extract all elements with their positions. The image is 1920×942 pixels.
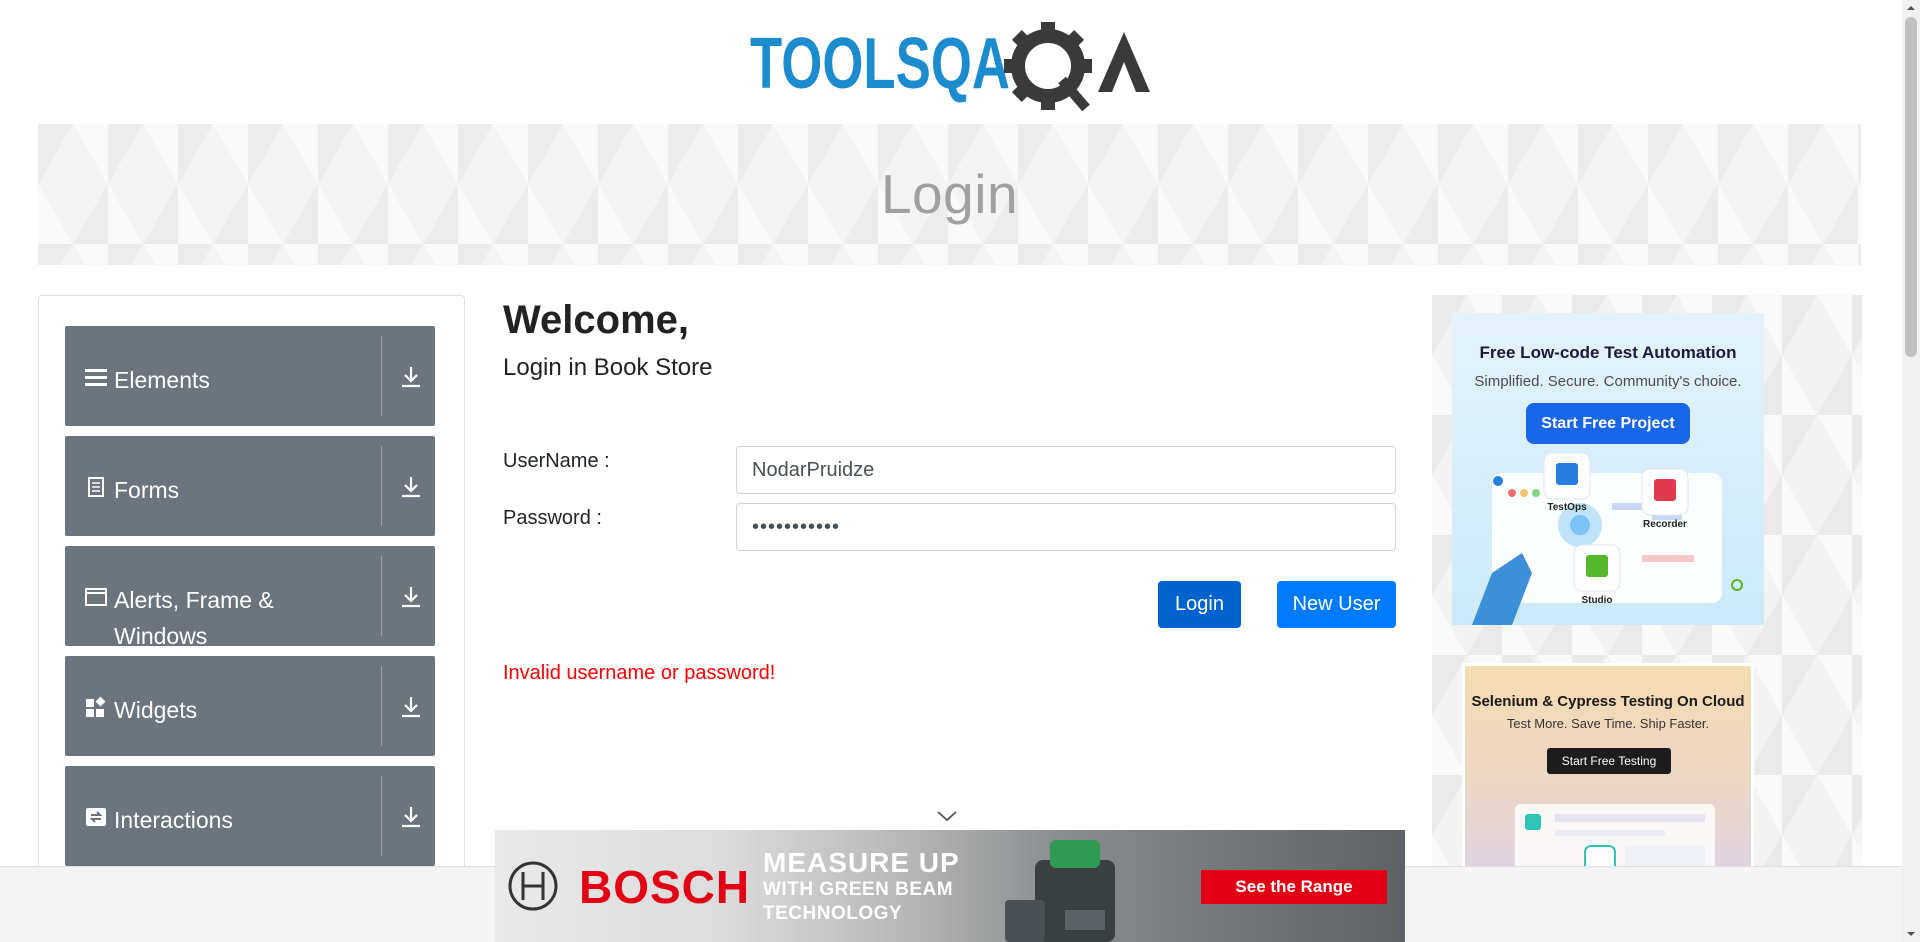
sidebar-group-widgets[interactable]: Widgets <box>65 656 435 756</box>
logo-text: TOOLSQA <box>750 24 1010 104</box>
divider <box>381 556 382 636</box>
page-title: Login <box>880 163 1019 225</box>
bosch-logo-icon <box>508 861 558 911</box>
scroll-up-icon[interactable] <box>1906 3 1916 13</box>
error-message: Invalid username or password! <box>503 662 776 684</box>
widgets-icon <box>85 696 107 718</box>
sidebar-group-alerts-frame-windows[interactable]: Alerts, Frame & Windows <box>65 546 435 646</box>
ad-title: Selenium & Cypress Testing On Cloud <box>1471 693 1745 710</box>
username-label: UserName : <box>503 450 610 472</box>
password-input[interactable]: ••••••••••• <box>736 503 1396 551</box>
scroll-down-icon[interactable] <box>1906 929 1916 939</box>
sidebar-group-label: Alerts, Frame & Windows <box>114 587 274 646</box>
see-the-range-button[interactable]: See the Range <box>1201 870 1387 904</box>
scrollbar-thumb[interactable] <box>1905 17 1917 357</box>
sidebar-group-label: Forms <box>114 477 180 503</box>
laser-level-image <box>1005 840 1115 942</box>
start-free-project-button[interactable]: Start Free Project <box>1526 403 1690 444</box>
divider <box>381 666 382 746</box>
download-icon[interactable] <box>398 474 424 500</box>
gear-icon <box>1004 22 1092 112</box>
username-input[interactable]: NodarPruidze <box>736 446 1396 494</box>
login-subtitle: Login in Book Store <box>503 354 713 381</box>
page-banner: Login <box>38 124 1861 265</box>
ad-label-testops: TestOps <box>1547 502 1587 513</box>
divider <box>381 446 382 526</box>
window-icon <box>85 586 107 608</box>
download-icon[interactable] <box>398 804 424 830</box>
start-free-testing-button[interactable]: Start Free Testing <box>1547 748 1671 774</box>
ad-illustration: TestOps Recorder Studio <box>1472 453 1743 625</box>
katalon-ad[interactable]: Free Low-code Test Automation Simplified… <box>1452 313 1764 625</box>
download-icon[interactable] <box>398 364 424 390</box>
sidebar-group-label: Interactions <box>114 807 233 833</box>
sidebar-group-interactions[interactable]: Interactions <box>65 766 435 866</box>
download-icon[interactable] <box>398 584 424 610</box>
sidebar-group-elements[interactable]: Elements <box>65 326 435 426</box>
ad-label-studio: Studio <box>1581 595 1612 606</box>
lambdatest-ad[interactable]: Selenium & Cypress Testing On Cloud Test… <box>1462 663 1754 895</box>
password-label: Password : <box>503 507 602 529</box>
ad-label-recorder: Recorder <box>1643 519 1687 530</box>
new-user-button[interactable]: New User <box>1277 581 1396 628</box>
vertical-scrollbar[interactable] <box>1902 0 1920 942</box>
sidebar-group-forms[interactable]: Forms <box>65 436 435 536</box>
swap-icon <box>85 806 107 828</box>
headline-line-1: MEASURE UP <box>763 847 960 878</box>
sidebar: Elements Forms Alerts, Frame & Windows W… <box>38 295 465 895</box>
menu-icon <box>85 366 107 388</box>
sidebar-group-label: Elements <box>114 367 210 393</box>
divider <box>381 336 382 416</box>
headline-line-2: WITH GREEN BEAM <box>763 879 954 900</box>
document-icon <box>85 476 107 498</box>
bosch-ad[interactable]: BOSCH MEASURE UP WITH GREEN BEAM TECHNOL… <box>495 830 1405 942</box>
logo-graphic: TOOLSQA <box>750 22 1150 112</box>
ad-subtitle: Test More. Save Time. Ship Faster. <box>1506 716 1710 731</box>
ad-subtitle: Simplified. Secure. Community's choice. <box>1474 373 1742 390</box>
welcome-heading: Welcome, <box>503 298 689 342</box>
divider <box>381 776 382 856</box>
download-icon[interactable] <box>398 694 424 720</box>
ad-headline: MEASURE UP WITH GREEN BEAM TECHNOLOGY <box>763 848 960 926</box>
bosch-brand: BOSCH <box>579 861 751 913</box>
sidebar-group-label: Widgets <box>114 697 198 723</box>
login-button[interactable]: Login <box>1158 581 1241 628</box>
headline-line-3: TECHNOLOGY <box>763 903 903 924</box>
toolsqa-logo[interactable]: TOOLSQA <box>750 18 1154 114</box>
ad-title: Free Low-code Test Automation <box>1479 343 1737 362</box>
chevron-down-icon[interactable] <box>935 808 959 824</box>
